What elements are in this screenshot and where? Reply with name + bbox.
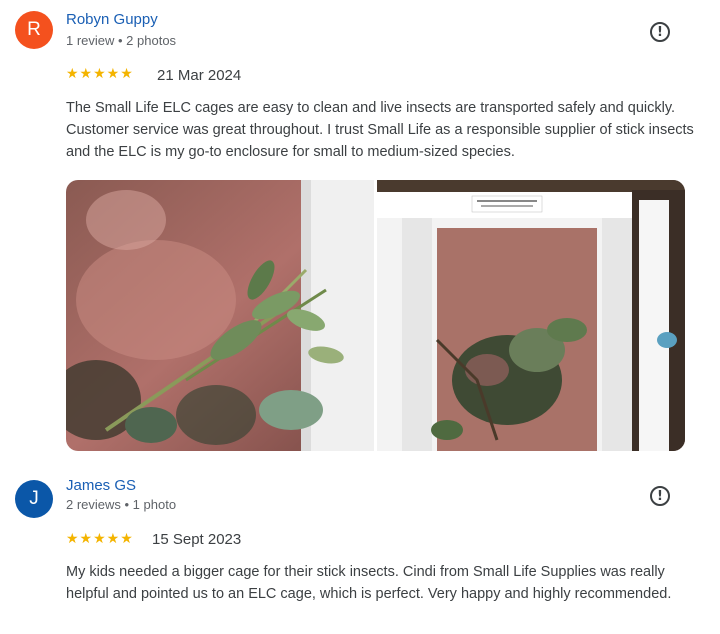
review-photo-cage[interactable] xyxy=(377,180,685,451)
review-text: My kids needed a bigger cage for their s… xyxy=(66,564,672,602)
star-rating: ★★★★★ xyxy=(66,531,134,547)
reviewer-meta: 2 reviews • 1 photo xyxy=(66,497,177,512)
star-rating: ★★★★★ xyxy=(66,66,134,82)
review-card: J James GS 2 reviews • 1 photo ! ★★★★★ 1… xyxy=(0,465,720,634)
review-date: 21 Mar 2024 xyxy=(157,67,242,84)
review-date: 15 Sept 2023 xyxy=(152,531,242,548)
review-photo-insect[interactable] xyxy=(66,180,374,451)
reviewer-avatar[interactable]: J xyxy=(15,480,53,518)
reviewer-name[interactable]: Robyn Guppy xyxy=(66,11,158,28)
reviewer-avatar[interactable]: R xyxy=(15,11,53,49)
review-text: The Small Life ELC cages are easy to cle… xyxy=(66,100,694,160)
review-card: R Robyn Guppy 1 review • 2 photos ! ★★★★… xyxy=(0,0,720,460)
photo-stick-insect-close-up xyxy=(66,180,374,451)
photo-elc-cage xyxy=(377,180,685,451)
report-review-icon[interactable]: ! xyxy=(650,22,670,42)
reviewer-name[interactable]: James GS xyxy=(66,477,136,494)
report-review-icon[interactable]: ! xyxy=(650,486,670,506)
reviewer-meta: 1 review • 2 photos xyxy=(66,33,177,48)
